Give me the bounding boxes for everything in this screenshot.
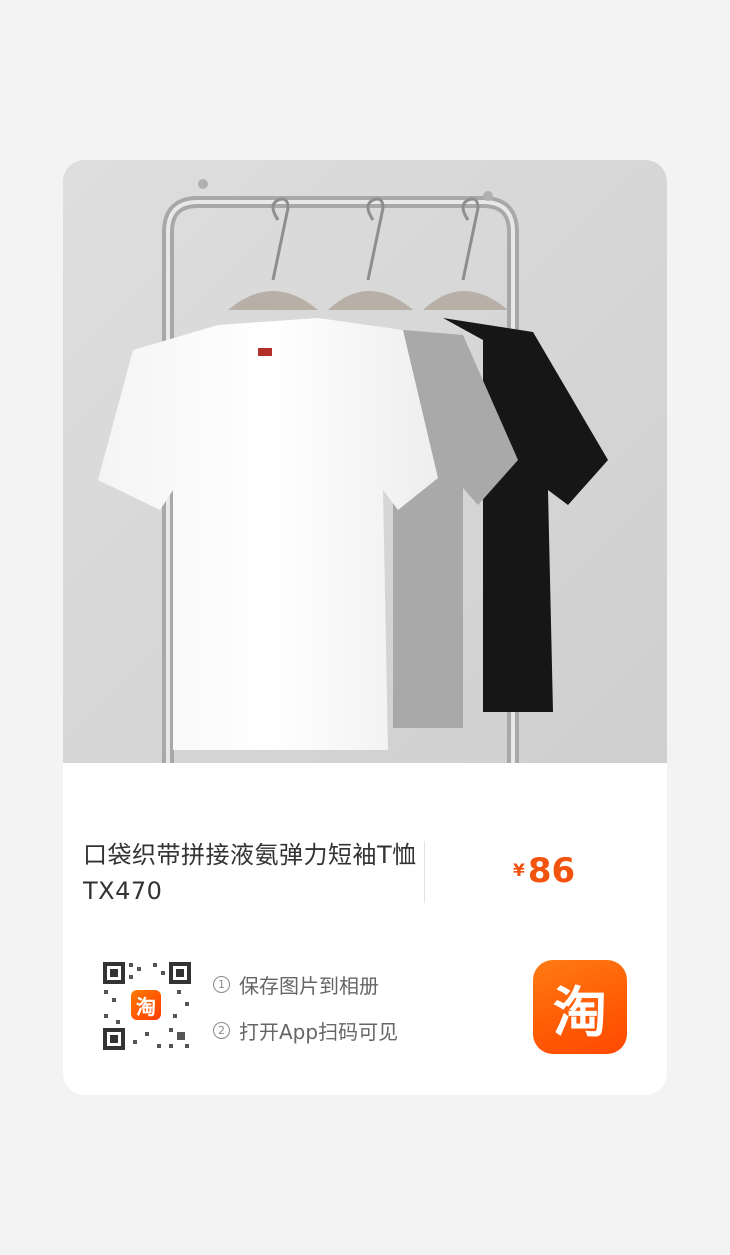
step-text: 打开App扫码可见 bbox=[239, 1019, 399, 1044]
product-price: ¥86 bbox=[513, 851, 575, 891]
product-info: 口袋织带拼接液氨弹力短袖T恤 TX470 ¥86 淘 1 保存图片到相册 2 打… bbox=[63, 763, 667, 1095]
qr-code: 淘 bbox=[101, 960, 193, 1052]
product-share-card: 口袋织带拼接液氨弹力短袖T恤 TX470 ¥86 淘 1 保存图片到相册 2 打… bbox=[63, 160, 667, 1095]
divider bbox=[424, 841, 425, 903]
step-number-badge: 1 bbox=[213, 975, 230, 993]
taobao-char-icon: 淘 bbox=[131, 990, 161, 1020]
instruction-step-1: 1 保存图片到相册 bbox=[213, 969, 398, 999]
price-amount: 86 bbox=[527, 851, 576, 891]
step-text: 保存图片到相册 bbox=[239, 973, 379, 998]
step-number-badge: 2 bbox=[213, 1021, 230, 1039]
price-currency-symbol: ¥ bbox=[513, 861, 525, 881]
product-title: 口袋织带拼接液氨弹力短袖T恤 TX470 bbox=[83, 841, 417, 905]
product-photo bbox=[63, 160, 667, 763]
instruction-step-2: 2 打开App扫码可见 bbox=[213, 1015, 398, 1045]
taobao-app-icon: 淘 bbox=[533, 960, 627, 1054]
taobao-logo-in-qr: 淘 bbox=[128, 988, 164, 1022]
instructions: 1 保存图片到相册 2 打开App扫码可见 bbox=[213, 969, 398, 1061]
